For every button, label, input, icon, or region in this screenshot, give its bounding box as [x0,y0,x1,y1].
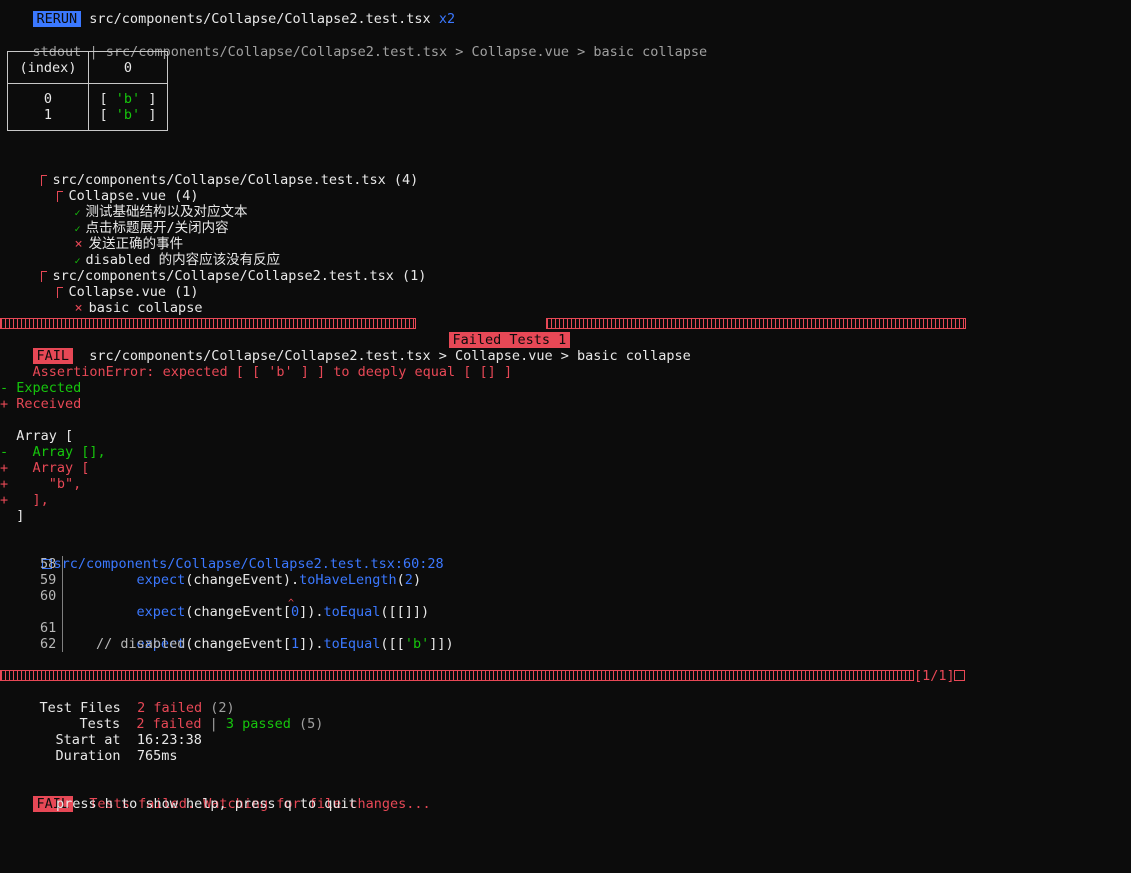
line-number: 59 [40,572,57,588]
code-text: . [315,636,324,652]
failed-banner-bar-right [546,318,966,329]
table-row-0: [ 'b' ] [97,91,159,107]
line-number: 58 [40,556,57,572]
table-index-1: 1 [43,107,53,123]
progress-end-box [954,670,965,681]
test-item: × basic collapse [42,284,203,316]
code-line-58: expect(changeEvent).toHaveLength(2) [104,556,422,588]
table-open-0: [ [99,91,108,107]
code-fn: toHaveLength [299,572,397,588]
code-number: 2 [404,572,413,588]
code-text: . [290,572,300,588]
diff-expected-label: - Expected [0,380,82,396]
summary-start: Start at 16:23:38 [23,716,202,748]
table-row-1: [ 'b' ] [97,107,159,123]
table-open-1: [ [99,107,108,123]
stdout-line: stdout | src/components/Collapse/Collaps… [0,28,708,60]
code-text: ( [396,572,405,588]
code-text: ]) [299,636,316,652]
code-fn: toEqual [323,604,381,620]
summary-duration: Duration 765ms [23,732,178,764]
code-text: (changeEvent[ [185,636,291,652]
summary-total: (5) [299,716,324,732]
diff-received-label: + Received [0,396,82,412]
suite2-group-line: Collapse.vue (1) [24,268,199,300]
terminal-window: RERUN src/components/Collapse/Collapse2.… [0,0,1131,873]
test-item: × 发送正确的事件 [42,220,184,252]
diff-line: + "b", [0,476,82,492]
diff-line: + Array [ [0,460,90,476]
code-text: (changeEvent) [185,572,291,588]
code-text: ]) [299,604,316,620]
rerun-count: x2 [438,11,456,27]
table-index-cell: 0 1 [7,83,89,131]
table-value-0: 'b' [115,91,141,107]
diff-line: + ], [0,492,49,508]
summary-test-files: Test Files 2 failed (2) [7,684,235,716]
code-string: 'b' [404,636,430,652]
line-number: 61 [40,620,57,636]
error-message: expected [ [ 'b' ] ] to deeply equal [ [… [162,364,513,380]
code-line-61: expect(changeEvent[1]).toEqual([['b']]) [104,620,454,652]
code-fn: toEqual [323,636,381,652]
diff-line: ] [0,508,25,524]
code-fn: expect [136,604,186,620]
fail-header-line: FAIL src/components/Collapse/Collapse2.t… [0,332,691,364]
suite2-line: src/components/Collapse/Collapse2.test.t… [8,252,426,284]
summary-passed: 3 passed [225,716,291,732]
table-value-cell: [ 'b' ] [ 'b' ] [88,83,168,131]
test-label: basic collapse [88,300,203,316]
table-header-index: (index) [7,51,89,84]
table-close-0: ] [148,91,157,107]
code-text: ([[]]) [380,604,430,620]
error-name: AssertionError: [32,364,155,380]
code-text: (changeEvent[ [185,604,291,620]
rerun-file: src/components/Collapse/Collapse2.test.t… [89,11,431,27]
diff-line: Array [ [0,428,74,444]
stdout-path: src/components/Collapse/Collapse2.test.t… [105,44,708,60]
summary-value: 765ms [136,748,178,764]
table-value-1: 'b' [115,107,141,123]
progress-label: [1/1] [914,668,955,684]
footer-fail-line: FAIL Tests failed. Watching for file cha… [0,780,431,812]
table-header-0: 0 [88,51,168,84]
rerun-badge: RERUN [32,11,82,27]
code-gutter-divider [62,556,63,652]
stdout-table: (index) 0 0 1 [ 'b' ] [ 'b' ] [7,51,168,131]
code-line-60: expect(changeEvent[0]).toEqual([[]]) [104,588,430,620]
code-text: ) [412,572,422,588]
rerun-line: RERUN src/components/Collapse/Collapse2.… [0,0,455,27]
code-comment: // disabled [96,636,186,652]
test-item: ✓ 点击标题展开/关闭内容 [42,204,229,236]
assertion-error-line: AssertionError: expected [ [ 'b' ] ] to … [0,348,513,380]
error-location-line[interactable]: src/components/Collapse/Collapse2.test.t… [9,540,444,572]
table-index-0: 0 [43,91,53,107]
line-number: 62 [40,636,57,652]
code-text: . [315,604,324,620]
summary-label: Duration [55,748,121,764]
summary-sep: | [209,716,218,732]
code-fn: expect [136,572,186,588]
test-item: ✓ disabled 的内容应该没有反应 [42,236,281,268]
error-caret: ^ [288,598,295,609]
suite1-group-line: Collapse.vue (4) [24,172,199,204]
summary-tests: Tests 2 failed | 3 passed (5) [47,700,324,732]
test-item: ✓ 测试基础结构以及对应文本 [42,188,248,220]
code-text: ]]) [429,636,454,652]
diff-line: - Array [], [0,444,106,460]
cross-icon: × [74,300,83,316]
table-close-1: ] [148,107,157,123]
suite1-line: src/components/Collapse/Collapse.test.ts… [8,156,418,188]
code-number: 1 [290,636,300,652]
line-number: 60 [40,588,57,604]
code-text: ([[ [380,636,405,652]
failed-banner-bar-left [0,318,416,329]
progress-bar [0,670,914,681]
footer-help: press h to show help, press q to quit [56,796,357,812]
